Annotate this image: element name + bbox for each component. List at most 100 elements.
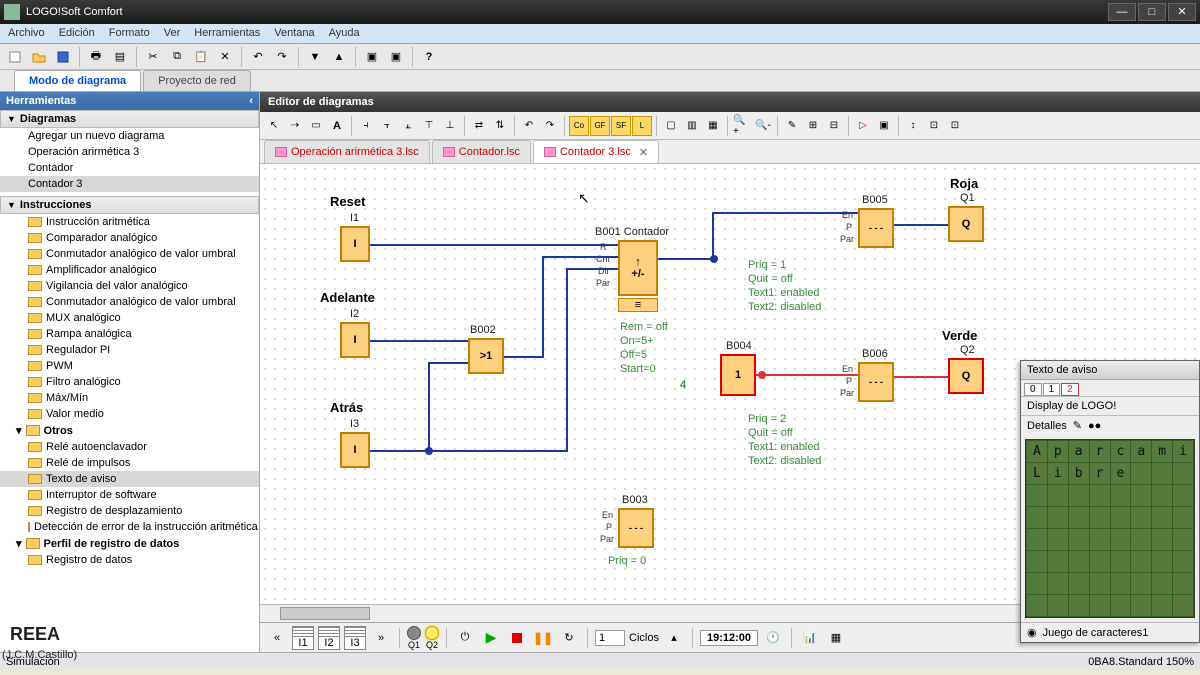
- help-icon[interactable]: ?: [418, 46, 440, 68]
- connect-icon[interactable]: ⇢: [285, 116, 305, 136]
- layout-icon[interactable]: ▢: [661, 116, 681, 136]
- layout-icon[interactable]: ▦: [703, 116, 723, 136]
- tool-icon[interactable]: ⊡: [945, 116, 965, 136]
- instructions-section-header[interactable]: ▼Instrucciones: [0, 196, 259, 214]
- cycles-input[interactable]: [595, 630, 625, 646]
- sim-input-i2[interactable]: I2: [318, 626, 340, 650]
- open-icon[interactable]: [28, 46, 50, 68]
- tree-item-texto-aviso[interactable]: Texto de aviso: [0, 471, 259, 487]
- align-icon[interactable]: ⊥: [440, 116, 460, 136]
- file-tab-active[interactable]: Contador 3.lsc✕: [533, 140, 659, 163]
- menu-ver[interactable]: Ver: [164, 27, 181, 43]
- tab-network-project[interactable]: Proyecto de red: [143, 70, 251, 91]
- tree-item[interactable]: Operación arirmética 3: [0, 144, 259, 160]
- sim-icon[interactable]: ▷: [853, 116, 873, 136]
- undo-icon[interactable]: ↶: [247, 46, 269, 68]
- block-q1[interactable]: Q: [948, 206, 984, 242]
- sim-input-i3[interactable]: I3: [344, 626, 366, 650]
- tree-item[interactable]: Relé de impulsos: [0, 455, 259, 471]
- tree-item[interactable]: Conmutador analógico de valor umbral: [0, 294, 259, 310]
- block-i3[interactable]: I: [340, 432, 370, 468]
- tree-group-otros[interactable]: ▾ Otros: [0, 422, 259, 439]
- edit-icon[interactable]: ✎: [1073, 419, 1082, 432]
- print-icon[interactable]: 🖶: [85, 46, 107, 68]
- file-tab[interactable]: Operación arirmética 3.lsc: [264, 140, 430, 163]
- block-q2[interactable]: Q: [948, 358, 984, 394]
- flip-icon[interactable]: ⇄: [469, 116, 489, 136]
- block-b003[interactable]: - - -: [618, 508, 654, 548]
- file-tab[interactable]: Contador.lsc: [432, 140, 531, 163]
- aviso-tab-2[interactable]: 2: [1061, 383, 1079, 396]
- table-icon[interactable]: ▦: [825, 627, 847, 649]
- diagrams-section-header[interactable]: ▼Diagramas: [0, 110, 259, 128]
- align-icon[interactable]: ⫞: [356, 116, 376, 136]
- tool-icon[interactable]: ⊡: [924, 116, 944, 136]
- collapse-icon[interactable]: ‹: [249, 95, 253, 107]
- copy-icon[interactable]: ⧉: [166, 46, 188, 68]
- align-icon[interactable]: ⊤: [419, 116, 439, 136]
- sim-icon[interactable]: ▣: [874, 116, 894, 136]
- tree-item[interactable]: Rampa analógica: [0, 326, 259, 342]
- download-icon[interactable]: ▼: [304, 46, 326, 68]
- tree-item[interactable]: Agregar un nuevo diagrama: [0, 128, 259, 144]
- menu-edicion[interactable]: Edición: [59, 27, 95, 43]
- tree-item[interactable]: Comparador analógico: [0, 230, 259, 246]
- tree-item[interactable]: Registro de desplazamiento: [0, 503, 259, 519]
- sf-icon[interactable]: SF: [611, 116, 631, 136]
- clock-icon[interactable]: 🕐: [762, 627, 784, 649]
- tree-item[interactable]: MUX analógico: [0, 310, 259, 326]
- scrollbar-thumb[interactable]: [280, 607, 370, 620]
- pointer-icon[interactable]: ↖: [264, 116, 284, 136]
- tree-item[interactable]: Máx/Mín: [0, 390, 259, 406]
- grid-icon[interactable]: ⊞: [803, 116, 823, 136]
- tool-icon[interactable]: ↕: [903, 116, 923, 136]
- tree-item[interactable]: PWM: [0, 358, 259, 374]
- sim-last-icon[interactable]: »: [370, 627, 392, 649]
- grid-icon[interactable]: ⊟: [824, 116, 844, 136]
- menu-archivo[interactable]: Archivo: [8, 27, 45, 43]
- block-b006[interactable]: - - -: [858, 362, 894, 402]
- maximize-button[interactable]: □: [1138, 3, 1166, 21]
- tree-item[interactable]: Interruptor de software: [0, 487, 259, 503]
- upload-icon[interactable]: ▲: [328, 46, 350, 68]
- l-icon[interactable]: L: [632, 116, 652, 136]
- chart-icon[interactable]: 📊: [799, 627, 821, 649]
- aviso-tab-1[interactable]: 1: [1043, 383, 1061, 396]
- tree-item[interactable]: Vigilancia del valor analógico: [0, 278, 259, 294]
- zoom-out-icon[interactable]: 🔍-: [753, 116, 773, 136]
- redo-icon[interactable]: ↷: [540, 116, 560, 136]
- align-icon[interactable]: ⫠: [398, 116, 418, 136]
- gf-icon[interactable]: GF: [590, 116, 610, 136]
- tree-item-selected[interactable]: Contador 3: [0, 176, 259, 192]
- window2-icon[interactable]: ▣: [385, 46, 407, 68]
- tree-item[interactable]: Instrucción aritmética: [0, 214, 259, 230]
- close-button[interactable]: ✕: [1168, 3, 1196, 21]
- sim-first-icon[interactable]: «: [266, 627, 288, 649]
- menu-ayuda[interactable]: Ayuda: [329, 27, 360, 43]
- tree-item[interactable]: Filtro analógico: [0, 374, 259, 390]
- paste-icon[interactable]: 📋: [190, 46, 212, 68]
- cycles-up-icon[interactable]: ▴: [663, 627, 685, 649]
- text-icon[interactable]: A: [327, 116, 347, 136]
- menu-herramientas[interactable]: Herramientas: [194, 27, 260, 43]
- tree-item[interactable]: Registro de datos: [0, 552, 259, 568]
- block-i1[interactable]: I: [340, 226, 370, 262]
- sim-input-i1[interactable]: I1: [292, 626, 314, 650]
- toggle-icon[interactable]: ●●: [1088, 420, 1101, 432]
- redo-icon[interactable]: ↷: [271, 46, 293, 68]
- block-i2[interactable]: I: [340, 322, 370, 358]
- box-icon[interactable]: ▭: [306, 116, 326, 136]
- delete-icon[interactable]: ✕: [214, 46, 236, 68]
- minimize-button[interactable]: —: [1108, 3, 1136, 21]
- tree-item[interactable]: Contador: [0, 160, 259, 176]
- save-icon[interactable]: [52, 46, 74, 68]
- texto-aviso-panel[interactable]: Texto de aviso 0 1 2 Display de LOGO! De…: [1020, 360, 1200, 643]
- undo-icon[interactable]: ↶: [519, 116, 539, 136]
- sim-step-icon[interactable]: ↻: [558, 627, 580, 649]
- tree-item[interactable]: Valor medio: [0, 406, 259, 422]
- flip-icon[interactable]: ⇅: [490, 116, 510, 136]
- tree-item[interactable]: Relé autoenclavador: [0, 439, 259, 455]
- charset-row[interactable]: ◉ Juego de caracteres1: [1021, 622, 1199, 642]
- tree-item[interactable]: Regulador PI: [0, 342, 259, 358]
- block-b004[interactable]: 1: [720, 354, 756, 396]
